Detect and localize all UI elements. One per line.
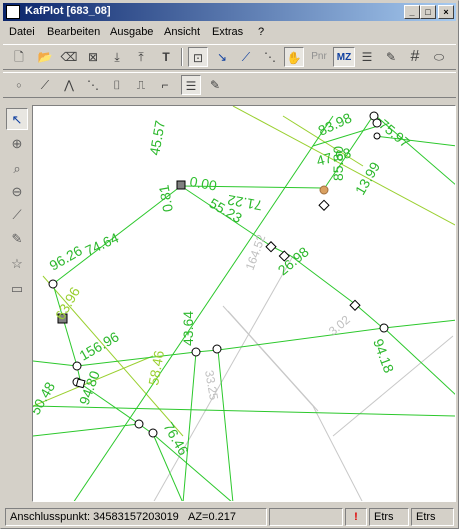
green-parcel-lines [33, 115, 455, 501]
label-0-81: 0.81 [155, 183, 176, 213]
draw-toolbar: ○ ⟋ ⋀ ⋱ ⌷ ⎍ ⌐ ☰ ✎ [3, 72, 456, 98]
survey-marker[interactable] [318, 199, 330, 211]
menu-extras[interactable]: Extras [212, 26, 243, 38]
label-75-97: 75.97 [376, 116, 413, 151]
toolbar-separator [181, 48, 183, 66]
grid-icon[interactable]: # [405, 47, 425, 67]
status-etrs-2: Etrs [411, 508, 454, 526]
map-canvas[interactable]: 45.57 0.00 71.22 55.23 0.81 74.64 96.26 … [32, 105, 456, 502]
hand-icon[interactable]: ✋ [284, 47, 304, 67]
label-94-80: 94.80 [76, 368, 103, 407]
boundary-stone[interactable] [176, 180, 186, 190]
menu-ausgabe[interactable]: Ausgabe [110, 26, 153, 38]
label-0-00: 0.00 [188, 173, 218, 194]
title-bar[interactable]: KafPlot [683_08] _ □ × [3, 3, 456, 21]
warning-icon: ! [345, 508, 367, 526]
edit-document-icon[interactable]: ✎ [381, 47, 401, 67]
label-3-02: 3.02 [326, 312, 353, 338]
menu-datei[interactable]: Datei [9, 26, 35, 38]
delete-icon[interactable]: ⊠ [83, 47, 103, 67]
menu-bearbeiten[interactable]: Bearbeiten [47, 26, 100, 38]
ruler-icon[interactable]: ⟋ [6, 204, 28, 226]
star-icon[interactable]: ☆ [6, 253, 28, 275]
survey-point[interactable] [72, 361, 82, 371]
pointer-icon[interactable]: ↖ [6, 108, 28, 130]
survey-point[interactable] [134, 419, 144, 429]
label-43-64: 43.64 [180, 311, 196, 346]
app-icon[interactable] [6, 5, 20, 19]
polyline-icon[interactable]: ⋀ [59, 75, 79, 95]
label-164-52: 164.52 [243, 232, 269, 272]
line-icon[interactable]: ⟋ [35, 75, 55, 95]
status-empty-pane [269, 508, 343, 526]
label-83-98: 83.98 [316, 109, 355, 138]
selected-point[interactable] [319, 185, 329, 195]
label-26-98: 26.98 [275, 243, 312, 278]
survey-point[interactable] [48, 279, 58, 289]
export-icon[interactable]: ⤒ [131, 47, 151, 67]
label-45-57: 45.57 [146, 119, 168, 156]
status-bar: Anschlusspunkt: 34583157203019 AZ=0.217 … [3, 507, 456, 527]
status-anschlusspunkt: Anschlusspunkt: 34583157203019 AZ=0.217 [5, 508, 267, 526]
ellipse-icon[interactable]: ⬭ [429, 47, 449, 67]
open-folder-icon[interactable]: 📂 [35, 47, 55, 67]
step-line-icon[interactable]: ⌐ [155, 75, 175, 95]
label-74-64: 74.64 [83, 229, 122, 258]
pan-icon[interactable]: ⊖ [6, 181, 28, 203]
bracket-icon[interactable]: ⌷ [107, 75, 127, 95]
label-85-80: 85.80 [330, 146, 346, 181]
close-button[interactable]: × [438, 5, 454, 19]
label-13-99: 13.99 [352, 159, 383, 198]
arrow-line-icon[interactable]: ↘ [212, 47, 232, 67]
step-icon[interactable]: ⎍ [131, 75, 151, 95]
pencil-icon[interactable]: ✎ [6, 228, 28, 250]
label-76-46: 76.46 [160, 420, 191, 459]
document-icon[interactable]: ☰ [357, 47, 377, 67]
undo-icon[interactable]: ⌫ [59, 47, 79, 67]
text-tool-icon[interactable]: T [156, 47, 176, 67]
pnr-icon[interactable]: Pnr [307, 47, 331, 67]
list-document-icon[interactable]: ☰ [181, 75, 201, 95]
crosshair-icon[interactable]: ⊕ [6, 133, 28, 155]
edit-list-icon[interactable]: ✎ [205, 75, 225, 95]
maximize-button[interactable]: □ [420, 5, 436, 19]
dashed-line-icon[interactable]: ⋱ [260, 47, 280, 67]
zoom-icon[interactable]: ⌕ [6, 158, 28, 180]
point-icon[interactable]: ○ [9, 75, 29, 95]
dashed-segment-icon[interactable]: ⋱ [83, 75, 103, 95]
status-etrs-1: Etrs [369, 508, 409, 526]
main-toolbar: 🗋 📂 ⌫ ⊠ ⤓ ⤒ T ⊡ ↘ ⟋ ⋱ ✋ Pnr MZ ☰ ✎ # ⬭ [3, 44, 456, 70]
import-icon[interactable]: ⤓ [107, 47, 127, 67]
angle-tool-icon[interactable]: ⟋ [236, 47, 256, 67]
survey-point[interactable] [379, 323, 389, 333]
app-window: KafPlot [683_08] _ □ × Datei Bearbeiten … [0, 0, 459, 529]
rectangle-icon[interactable]: ▭ [6, 278, 28, 300]
survey-point[interactable] [191, 347, 201, 357]
menu-ansicht[interactable]: Ansicht [164, 26, 200, 38]
label-94-18: 94.18 [370, 337, 397, 376]
label-58-46: 58.46 [145, 349, 167, 386]
tool-sidebar: ↖ ⊕ ⌕ ⊖ ⟋ ✎ ☆ ▭ [3, 106, 30, 496]
minimize-button[interactable]: _ [404, 5, 420, 19]
label-96-26: 96.26 [47, 242, 86, 273]
survey-point[interactable] [148, 428, 158, 438]
survey-point[interactable] [212, 344, 222, 354]
label-33-25: 33.25 [202, 369, 221, 401]
mz-icon[interactable]: MZ [333, 47, 355, 67]
label-50-48: 50.48 [33, 379, 58, 418]
window-title: KafPlot [683_08] [25, 5, 111, 17]
plot-svg[interactable]: 45.57 0.00 71.22 55.23 0.81 74.64 96.26 … [33, 106, 456, 502]
status-az: AZ=0.217 [187, 511, 236, 523]
menu-bar: Datei Bearbeiten Ausgabe Ansicht Extras … [3, 23, 456, 42]
new-file-icon[interactable]: 🗋 [9, 47, 29, 67]
menu-help[interactable]: ? [258, 26, 264, 38]
point-select-icon[interactable]: ⊡ [188, 47, 208, 67]
gray-boundary-lines [153, 255, 454, 501]
survey-point[interactable] [373, 132, 381, 140]
